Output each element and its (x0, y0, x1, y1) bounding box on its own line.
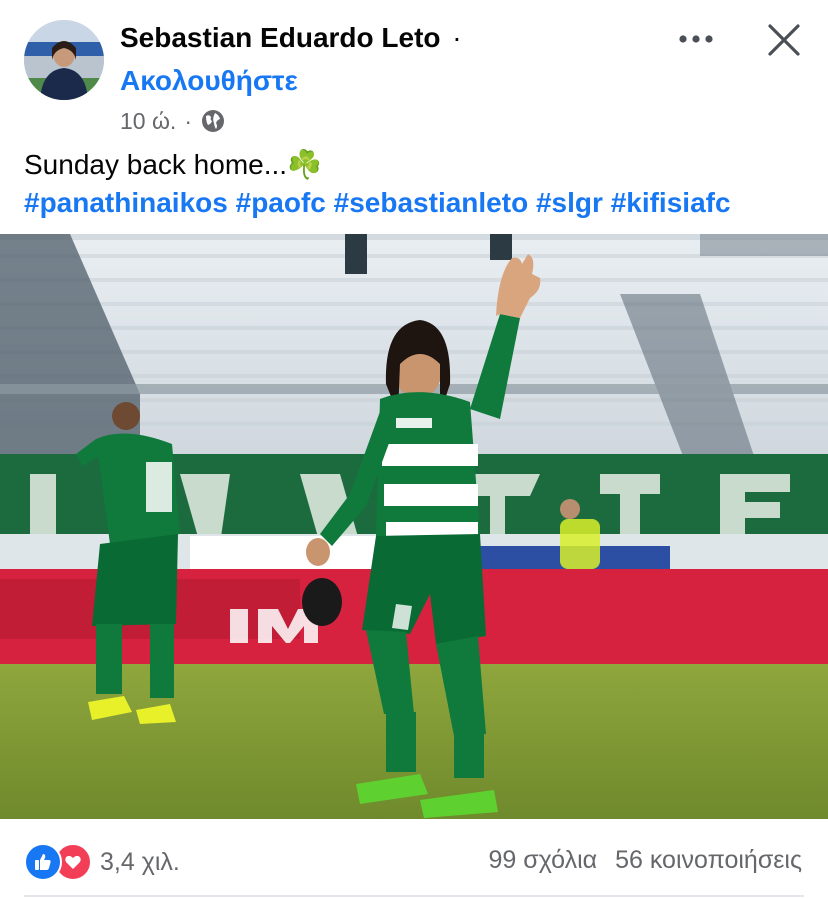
close-icon (768, 24, 800, 56)
author-name[interactable]: Sebastian Eduardo Leto (120, 22, 441, 53)
post-meta: 10 ώ. · (120, 106, 226, 136)
hashtag-link[interactable]: #kifisiafc (611, 187, 731, 218)
hashtag-link[interactable]: #slgr (536, 187, 603, 218)
author-name-line: Sebastian Eduardo Leto · (120, 22, 462, 54)
post-header: Sebastian Eduardo Leto · Ακολουθήστε 10 … (0, 0, 828, 140)
hashtag-link[interactable]: #paofc (236, 187, 326, 218)
engagement-stats: 99 σχόλια 56 κοινοποιήσεις (489, 846, 802, 875)
post-footer: 3,4 χιλ. 99 σχόλια 56 κοινοποιήσεις (0, 820, 828, 899)
shares-count[interactable]: 56 κοινοποιήσεις (615, 846, 802, 875)
avatar-photo (24, 20, 104, 100)
stadium-photo (0, 234, 828, 819)
like-icon (24, 843, 62, 881)
reactions-summary[interactable]: 3,4 χιλ. (24, 843, 180, 881)
caption-text: Sunday back home... (24, 149, 288, 180)
name-separator: · (452, 22, 462, 53)
thumbs-up-icon (35, 854, 51, 870)
author-avatar[interactable] (24, 20, 104, 100)
reaction-count: 3,4 χιλ. (100, 847, 180, 876)
hashtag-list: #panathinaikos #paofc #sebastianleto #sl… (24, 184, 814, 222)
hashtag-link[interactable]: #sebastianleto (334, 187, 529, 218)
heart-icon (65, 855, 81, 869)
post-caption: Sunday back home...☘️ #panathinaikos #pa… (24, 146, 814, 222)
meta-separator: · (184, 107, 192, 134)
post-timestamp[interactable]: 10 ώ. (120, 108, 176, 135)
more-icon (679, 35, 713, 43)
close-button[interactable] (764, 20, 804, 60)
post-photo[interactable] (0, 234, 828, 819)
shamrock-emoji: ☘️ (287, 149, 322, 180)
more-options-button[interactable] (676, 24, 716, 54)
follow-button[interactable]: Ακολουθήστε (120, 65, 298, 97)
footer-divider (24, 895, 804, 897)
hashtag-link[interactable]: #panathinaikos (24, 187, 228, 218)
comments-count[interactable]: 99 σχόλια (489, 846, 598, 875)
globe-icon (202, 110, 224, 132)
